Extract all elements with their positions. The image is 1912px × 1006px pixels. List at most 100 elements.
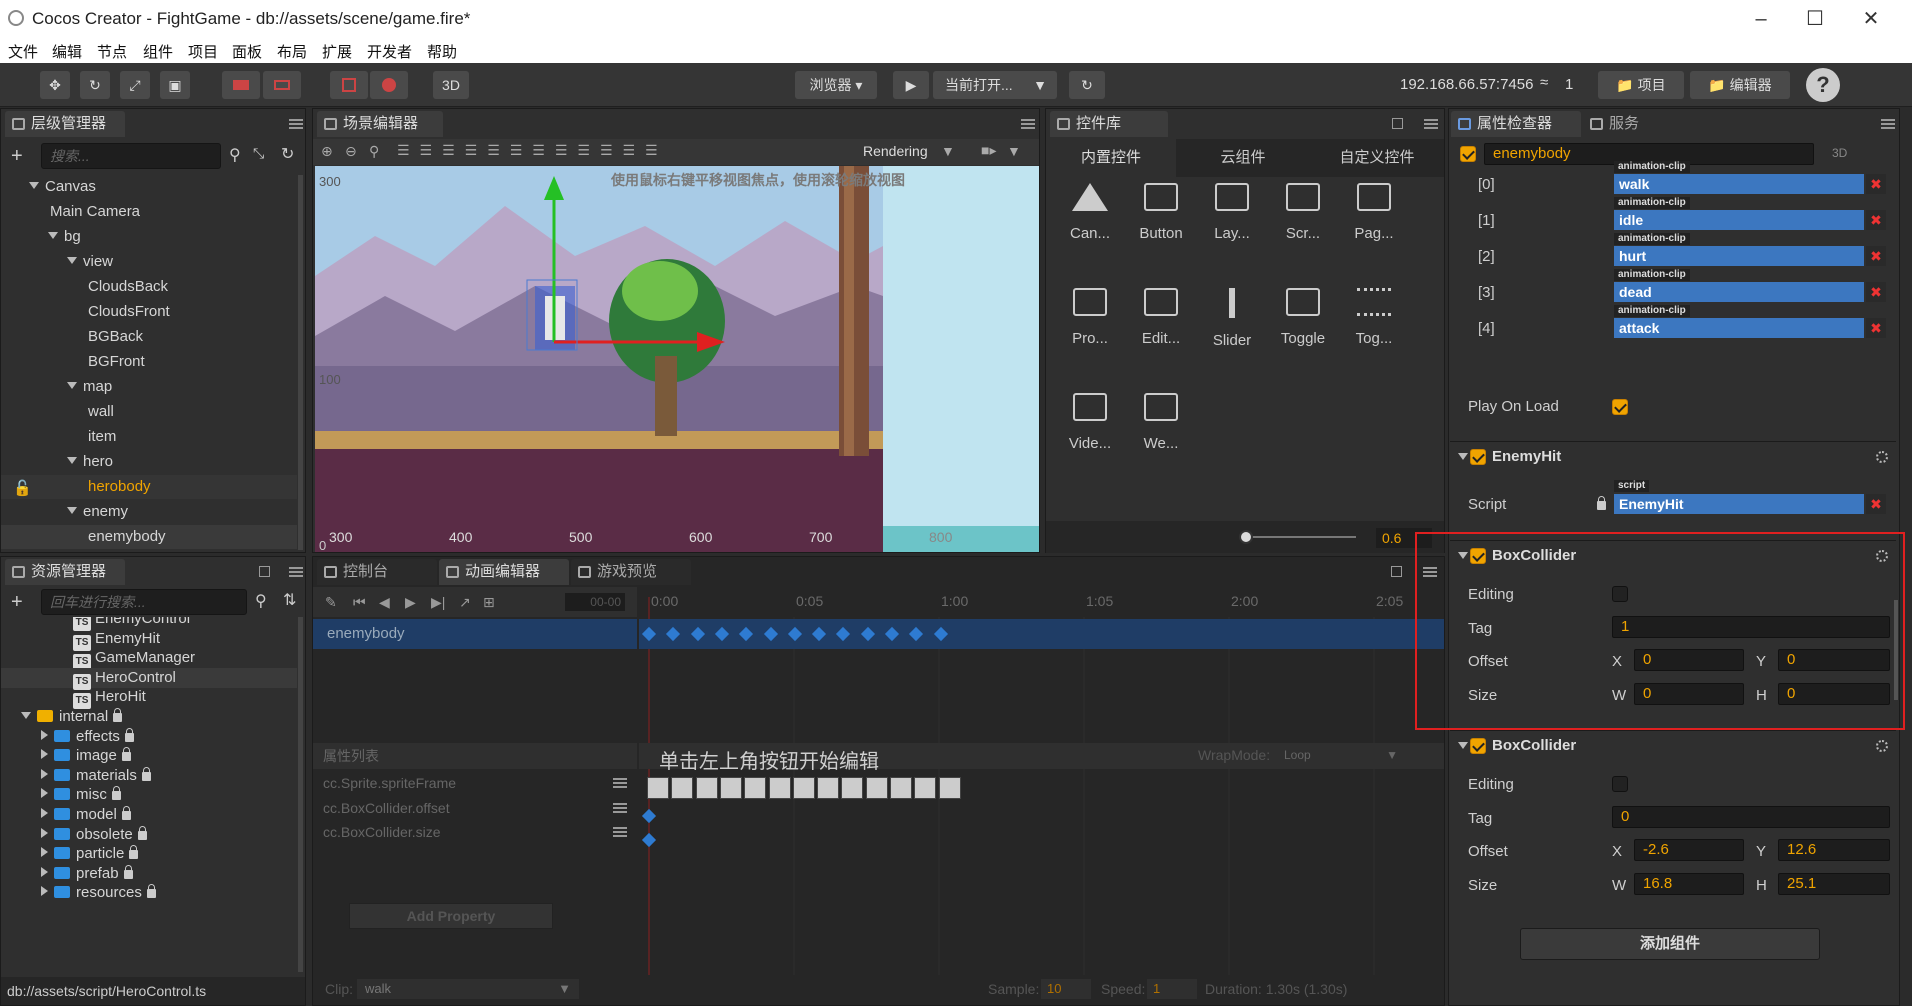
hierarchy-node[interactable]: BGFront (1, 350, 297, 374)
menu-component[interactable]: 组件 (143, 41, 173, 62)
size-h-input[interactable]: 25.1 (1778, 873, 1890, 895)
tab-inspector[interactable]: 属性检查器 (1451, 111, 1581, 137)
add-asset-button[interactable]: + (11, 591, 23, 614)
clear-script-button[interactable]: ✖ (1866, 494, 1886, 514)
gizmo-toggle-icon[interactable] (370, 71, 408, 99)
mode-3d-toggle[interactable]: 3D (1832, 146, 1847, 160)
anim-property-row[interactable]: cc.BoxCollider.offset (313, 796, 637, 820)
asset-folder-item[interactable]: internal (1, 707, 297, 727)
close-window-button[interactable]: ✕ (1846, 4, 1896, 34)
hierarchy-node[interactable]: CloudsFront (1, 300, 297, 324)
asset-script-item[interactable]: TS HeroControl (1, 667, 297, 690)
gear-icon[interactable] (1876, 740, 1888, 752)
expand-arrow-icon[interactable] (41, 729, 48, 740)
popout-icon[interactable] (259, 566, 270, 577)
sample-input[interactable]: 10 (1041, 979, 1091, 999)
expand-arrow-icon[interactable] (21, 712, 31, 719)
widget-item[interactable]: Tog... (1344, 288, 1404, 368)
menu-icon[interactable] (1424, 119, 1438, 129)
asset-script-item[interactable]: TS GameManager (1, 648, 297, 671)
hierarchy-node[interactable]: BGBack (1, 325, 297, 349)
align-tools-icon[interactable]: ☰☰☰☰☰☰☰☰☰☰☰☰ (397, 142, 668, 159)
tab-cloud-components[interactable]: 云组件 (1178, 139, 1308, 177)
sprite-frame-thumb[interactable] (695, 777, 718, 799)
property-menu-icon[interactable] (613, 778, 627, 788)
expand-arrow-icon[interactable] (67, 257, 77, 264)
sprite-frame-thumb[interactable] (792, 777, 815, 799)
snap-toggle-icon[interactable] (330, 71, 368, 99)
zoom-out-icon[interactable]: ⊖ (345, 143, 357, 160)
hierarchy-node[interactable]: view (1, 250, 297, 274)
tab-services[interactable]: 服务 (1583, 111, 1679, 137)
node-active-checkbox[interactable] (1460, 146, 1476, 162)
expand-arrow-icon[interactable] (41, 886, 48, 897)
asset-folder-item[interactable]: effects (1, 727, 297, 747)
script-asset-field[interactable]: EnemyHit (1614, 494, 1864, 514)
remove-clip-button[interactable]: ✖ (1866, 246, 1886, 266)
popout-icon[interactable] (1392, 118, 1403, 129)
sprite-frame-thumb[interactable] (890, 777, 912, 799)
clip-asset-field[interactable]: attack (1614, 318, 1864, 338)
menu-icon[interactable] (1021, 119, 1035, 129)
asset-folder-item[interactable]: resources (1, 883, 297, 903)
sprite-frame-thumb[interactable] (914, 777, 937, 799)
rect-tool-icon[interactable]: ▣ (160, 71, 190, 99)
search-icon[interactable]: ⚲ (255, 591, 267, 611)
tab-builtin-widgets[interactable]: 内置控件 (1046, 139, 1176, 177)
enemyhit-component-header[interactable]: EnemyHit (1450, 441, 1896, 471)
hierarchy-node[interactable]: hero (1, 450, 297, 474)
tab-console[interactable]: 控制台 (317, 559, 437, 585)
anim-property-row[interactable]: cc.BoxCollider.size (313, 820, 637, 844)
collapse-icon[interactable]: ⤡ (253, 145, 264, 162)
sprite-frame-thumb[interactable] (938, 777, 961, 799)
asset-script-item[interactable]: TS HeroHit (1, 687, 297, 710)
collapse-arrow-icon[interactable] (1458, 742, 1468, 749)
rotate-tool-icon[interactable]: ↻ (80, 71, 110, 99)
zoom-in-icon[interactable]: ⊕ (321, 143, 333, 160)
menu-icon[interactable] (289, 119, 303, 129)
property-menu-icon[interactable] (613, 802, 627, 813)
play-anim-icon[interactable]: ▶ (405, 594, 416, 611)
menu-icon[interactable] (289, 567, 303, 577)
add-node-button[interactable]: + (11, 145, 23, 168)
widget-item[interactable]: Scr... (1273, 183, 1333, 263)
menu-project[interactable]: 项目 (188, 41, 218, 62)
asset-script-item[interactable]: TS EnemyControl (1, 617, 297, 631)
clip-asset-field[interactable]: idle (1614, 210, 1864, 230)
offset-x-input[interactable]: -2.6 (1634, 839, 1744, 861)
zoom-reset-icon[interactable]: ⚲ (369, 143, 379, 160)
anim-node-row[interactable]: enemybody (313, 619, 637, 649)
asset-folder-item[interactable]: model (1, 805, 297, 825)
tab-assets[interactable]: 资源管理器 (5, 559, 125, 585)
clip-select[interactable]: walk ▼ (357, 979, 579, 999)
menu-file[interactable]: 文件 (8, 41, 38, 62)
minimize-button[interactable]: – (1736, 4, 1786, 34)
expand-arrow-icon[interactable] (41, 827, 48, 838)
add-property-button[interactable]: Add Property (349, 903, 553, 929)
add-event-icon[interactable]: ↗ (459, 594, 471, 611)
hierarchy-node[interactable]: map (1, 375, 297, 399)
menu-developer[interactable]: 开发者 (367, 41, 412, 62)
maximize-button[interactable]: ☐ (1790, 4, 1840, 34)
boxcollider-2-header[interactable]: BoxCollider (1450, 730, 1896, 760)
open-project-button[interactable]: 📁 项目 (1598, 71, 1684, 99)
tab-game-preview[interactable]: 游戏预览 (571, 559, 691, 585)
expand-arrow-icon[interactable] (41, 788, 48, 799)
sprite-frame-thumb[interactable] (647, 777, 669, 799)
open-editor-button[interactable]: 📁 编辑器 (1690, 71, 1790, 99)
expand-arrow-icon[interactable] (67, 507, 77, 514)
widget-item[interactable]: Slider (1202, 288, 1262, 368)
refresh-icon[interactable]: ↻ (281, 144, 294, 164)
hierarchy-search-input[interactable]: 搜索... (41, 143, 221, 169)
menu-node[interactable]: 节点 (97, 41, 127, 62)
asset-folder-item[interactable]: image (1, 746, 297, 766)
tag-input[interactable]: 0 (1612, 806, 1890, 828)
property-menu-icon[interactable] (613, 827, 627, 838)
expand-arrow-icon[interactable] (41, 768, 48, 779)
menu-icon[interactable] (1881, 119, 1895, 129)
asset-folder-item[interactable]: obsolete (1, 825, 297, 845)
asset-folder-item[interactable]: prefab (1, 864, 297, 884)
offset-y-input[interactable]: 12.6 (1778, 839, 1890, 861)
asset-script-item[interactable]: TS EnemyHit (1, 629, 297, 651)
expand-arrow-icon[interactable] (41, 808, 48, 818)
